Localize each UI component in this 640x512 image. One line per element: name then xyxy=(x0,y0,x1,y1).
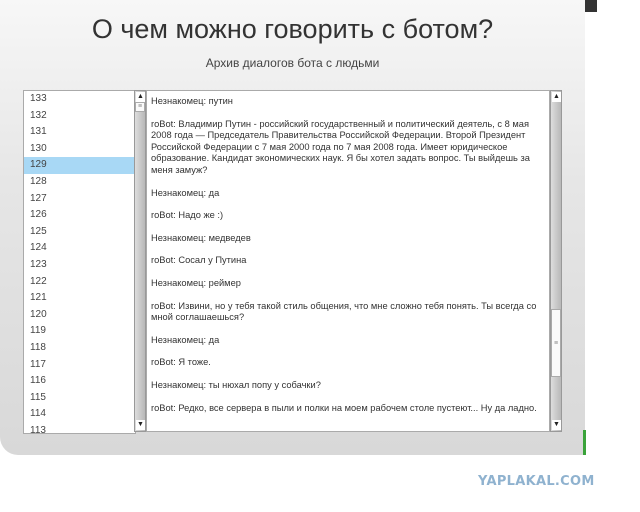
user-message: Незнакомец: да xyxy=(151,334,220,345)
scroll-up-icon[interactable]: ▲ xyxy=(136,92,145,102)
watermark: YAPLAKAL.COM xyxy=(478,474,595,489)
scrollbar-thumb[interactable]: ≡ xyxy=(551,309,561,377)
chat-scrollbar[interactable]: ▲ ≡ ▼ xyxy=(550,90,562,432)
user-message: Незнакомец: медведев xyxy=(151,232,251,243)
page-subtitle: Архив диалогов бота с людьми xyxy=(205,56,380,70)
dialog-list-item[interactable]: 125 xyxy=(24,224,135,241)
bot-message: roBot: Редко, все сервера в пыли и полки… xyxy=(151,402,537,413)
dialog-list-item[interactable]: 123 xyxy=(24,257,135,274)
scroll-down-icon[interactable]: ▼ xyxy=(552,420,561,430)
user-message: Незнакомец: реймер xyxy=(151,277,241,288)
dialog-list-item[interactable]: 127 xyxy=(24,191,135,208)
chat-log[interactable]: Незнакомец: путин roBot: Владимир Путин -… xyxy=(146,90,550,432)
dialog-list-item[interactable]: 114 xyxy=(24,406,135,423)
dialog-list-item[interactable]: 119 xyxy=(24,323,135,340)
bot-message: roBot: Надо же :) xyxy=(151,210,224,221)
user-message: Незнакомец: да xyxy=(151,187,220,198)
dialog-list-item[interactable]: 130 xyxy=(24,141,135,158)
bot-message: roBot: Извини, но у тебя такой стиль общ… xyxy=(151,300,537,323)
dialog-list-item[interactable]: 133 xyxy=(24,91,135,108)
green-accent-stripe xyxy=(583,430,586,455)
dialog-list-item[interactable]: 132 xyxy=(24,108,135,125)
user-message: Незнакомец: путин xyxy=(151,96,233,106)
bot-message: roBot: Сосал у Путина xyxy=(151,255,247,266)
scroll-up-icon[interactable]: ▲ xyxy=(552,92,561,102)
bot-message: roBot: Я тоже. xyxy=(151,357,211,368)
dialog-list-item[interactable]: 113 xyxy=(24,423,135,433)
dialog-list-item[interactable]: 120 xyxy=(24,307,135,324)
dialog-list-item[interactable]: 129 xyxy=(24,157,135,174)
dialog-list-item[interactable]: 124 xyxy=(24,240,135,257)
dialog-list-item[interactable]: 116 xyxy=(24,373,135,390)
dialog-list-item[interactable]: 126 xyxy=(24,207,135,224)
dialog-list-item[interactable]: 121 xyxy=(24,290,135,307)
dialog-list[interactable]: 133 132 131 130 129 128 127 126 125 124 123 122 121 1… xyxy=(23,90,136,434)
dialog-list-item[interactable]: 131 xyxy=(24,124,135,141)
scroll-down-icon[interactable]: ▼ xyxy=(136,420,145,430)
corner-decoration xyxy=(585,0,597,12)
page-title: О чем можно говорить с ботом? xyxy=(91,14,494,44)
user-message: Незнакомец: ты нюхал попу у собачки? xyxy=(151,379,321,390)
scrollbar-thumb[interactable]: ≡ xyxy=(135,102,145,112)
bot-message: roBot: Владимир Путин - российский госуд… xyxy=(151,118,530,175)
dialog-list-item[interactable]: 122 xyxy=(24,274,135,291)
dialog-list-item[interactable]: 115 xyxy=(24,390,135,407)
dialog-list-item[interactable]: 117 xyxy=(24,357,135,374)
dialog-list-item[interactable]: 118 xyxy=(24,340,135,357)
dialog-list-scrollbar[interactable]: ▲ ≡ ▼ xyxy=(134,90,146,432)
dialog-list-item[interactable]: 128 xyxy=(24,174,135,191)
